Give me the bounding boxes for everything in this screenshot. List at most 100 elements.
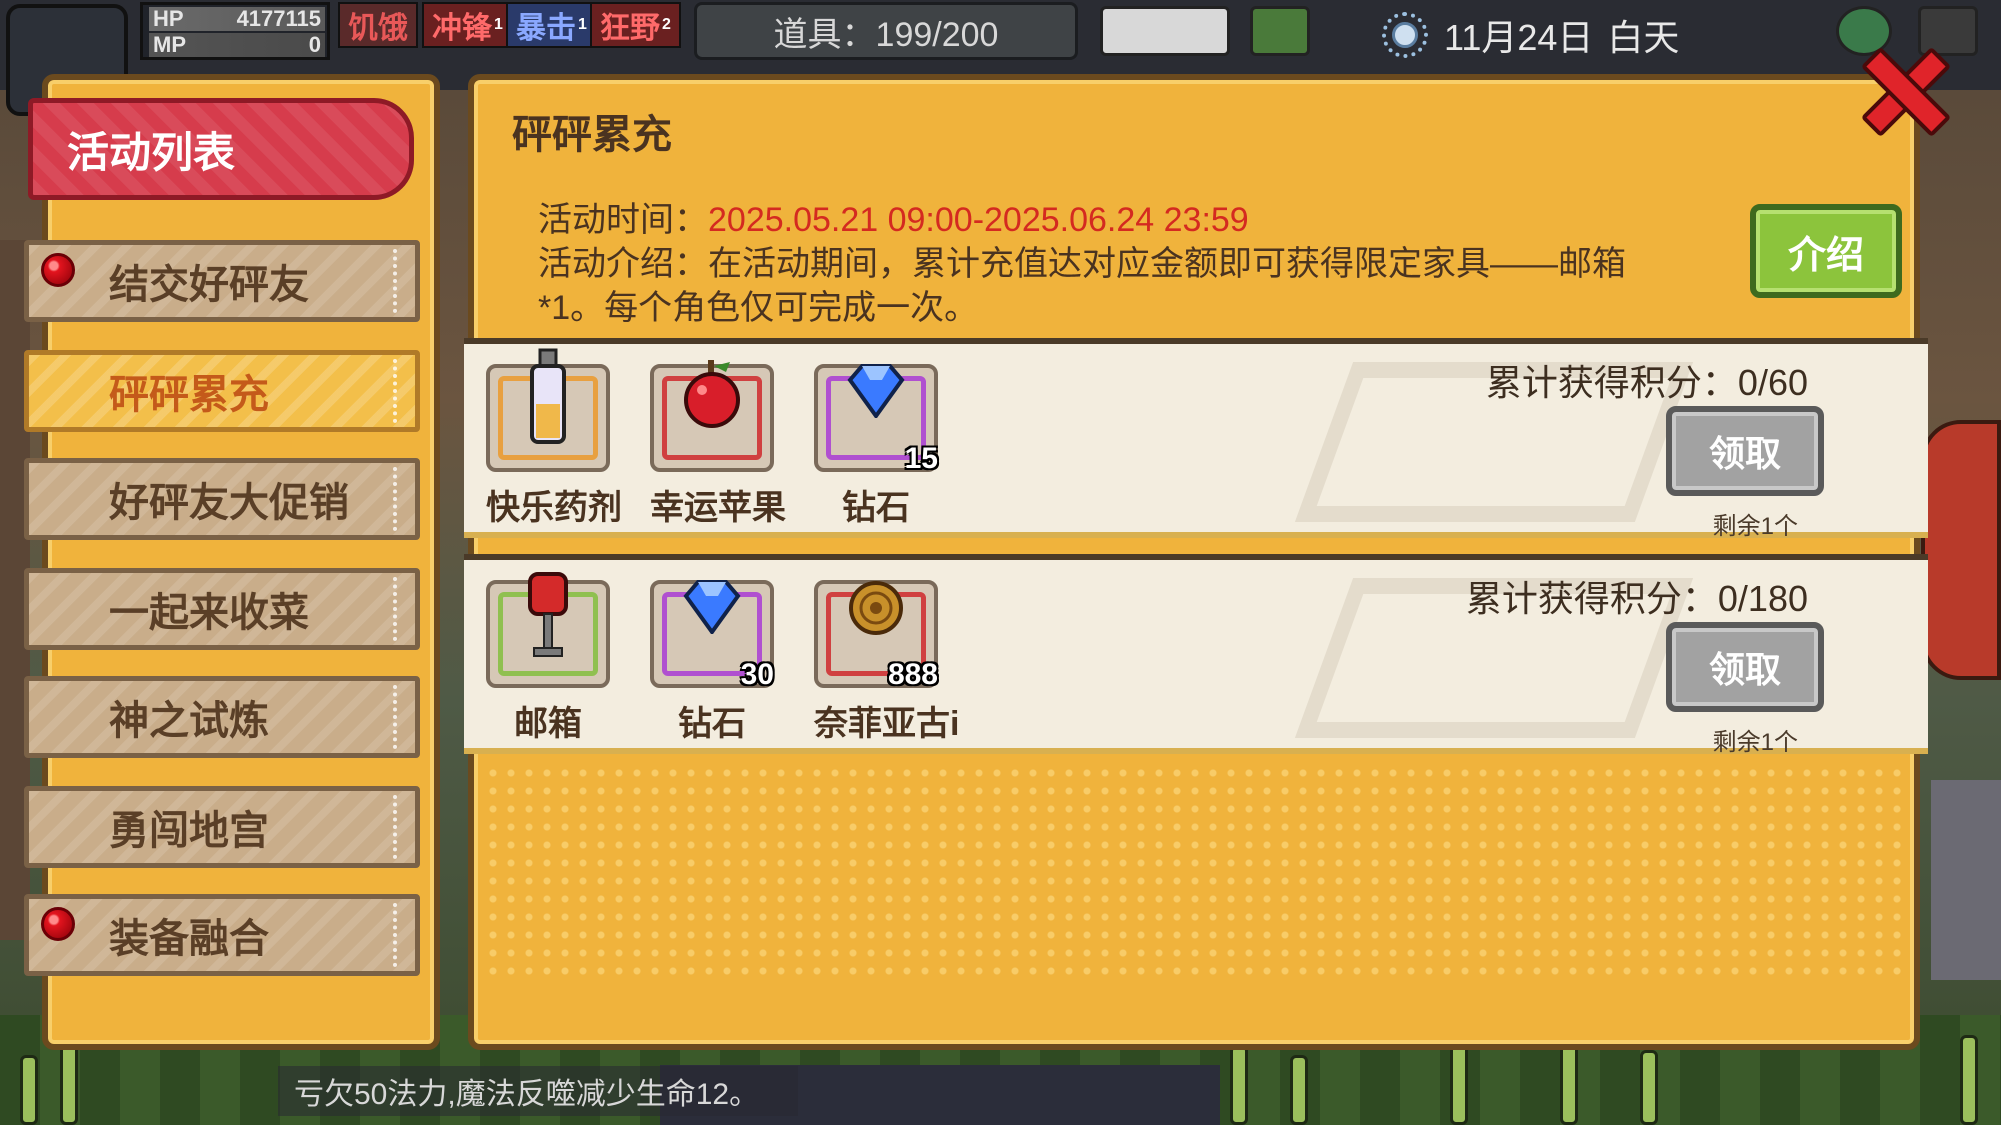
claim-button[interactable]: 领取 [1666, 622, 1824, 712]
hp-label: HP [153, 6, 184, 31]
scene-red-structure [1921, 420, 2001, 680]
reward-slot [486, 348, 610, 472]
reward-slot [650, 360, 774, 472]
bamboo-icon [1560, 1040, 1578, 1125]
remaining-count: 剩余1个 [1712, 729, 1798, 756]
inventory-count[interactable]: 道具：199/200 [694, 2, 1078, 60]
reward-slot: 15 [814, 364, 938, 475]
reward-count: 30 [740, 658, 774, 691]
status-level: 2 [662, 16, 671, 33]
notification-dot-icon [41, 907, 75, 941]
sidebar-item-divine-trial[interactable]: 神之试炼 [24, 676, 420, 758]
status-label: 饥饿 [348, 12, 408, 45]
intro-button[interactable]: 介绍 [1750, 204, 1902, 298]
hp-mp-panel: HP 4177115 MP 0 [140, 2, 330, 60]
reward-item[interactable]: 邮箱 [486, 572, 610, 745]
score-progress: 累计获得积分：0/180 [1465, 578, 1808, 619]
reward-name: 钻石 [678, 705, 746, 743]
claim-button[interactable]: 领取 [1666, 406, 1824, 496]
status-charge-badge[interactable]: 冲锋 1 [422, 2, 513, 48]
notification-dot-icon [41, 253, 75, 287]
score-progress: 累计获得积分：0/60 [1485, 362, 1808, 403]
sidebar-item-label: 好砰友大促销 [109, 481, 349, 525]
status-crit-badge[interactable]: 暴击 1 [506, 2, 597, 48]
activity-time-value: 2025.05.21 09:00-2025.06.24 23:59 [708, 201, 1249, 239]
reward-tier-row: 快乐药剂 幸运苹果 15 钻石 累计获得积分：0/60 领取 剩余1个 [464, 338, 1928, 540]
reward-name: 奈菲亚古i [814, 705, 960, 743]
reward-tier-row: 邮箱 30 钻石 888 奈菲亚古i 累计获得积分：0/180 领取 剩余1个 [464, 554, 1928, 756]
sidebar-item-label: 砰砰累充 [109, 373, 269, 417]
chevron-right-icon [393, 359, 411, 423]
status-label: 暴击 [516, 12, 576, 45]
status-label: 冲锋 [432, 12, 492, 45]
bamboo-icon [1960, 1035, 1978, 1125]
chevron-right-icon [393, 903, 411, 967]
chevron-right-icon [393, 685, 411, 749]
sidebar-item-dungeon[interactable]: 勇闯地宫 [24, 786, 420, 868]
mp-bar: MP 0 [149, 32, 325, 57]
status-level: 1 [578, 16, 587, 33]
scene-stall [1931, 780, 2001, 980]
diamond-icon [683, 580, 741, 634]
diamond-icon [847, 364, 905, 418]
mp-value: 0 [308, 32, 321, 57]
reward-slot [486, 572, 610, 688]
coin-icon [849, 581, 903, 635]
reward-item[interactable]: 幸运苹果 [650, 360, 786, 529]
activity-time-label: 活动时间： [538, 201, 708, 239]
activity-intro-line1: 活动介绍：在活动期间，累计充值达对应金额即可获得限定家具——邮箱 [538, 245, 1626, 283]
reward-item[interactable]: 15 钻石 [814, 364, 938, 529]
sun-icon [1380, 10, 1430, 60]
hp-value: 4177115 [236, 6, 321, 31]
date-display: 11月24日 白天 [1380, 0, 1679, 70]
reward-name: 快乐药剂 [486, 489, 622, 527]
time-of-day-text: 白天 [1607, 17, 1680, 58]
reward-item[interactable]: 30 钻石 [650, 580, 774, 745]
apple-icon [684, 360, 740, 428]
sidebar-item-label: 结交好砰友 [109, 263, 309, 307]
sidebar-item-make-friends[interactable]: 结交好砰友 [24, 240, 420, 322]
potion-icon [530, 348, 566, 444]
bamboo-icon [1230, 1045, 1248, 1125]
bamboo-icon [1640, 1050, 1658, 1125]
page-title: 砰砰累充 [512, 113, 672, 157]
reward-name: 钻石 [842, 489, 910, 527]
system-message: 亏欠50法力,魔法反噬减少生命12。 [278, 1066, 798, 1116]
reward-slot: 30 [650, 580, 774, 691]
activity-time: 活动时间：2025.05.21 09:00-2025.06.24 23:59 [538, 192, 1249, 241]
date-text: 11月24日 [1444, 17, 1594, 58]
remaining-count: 剩余1个 [1712, 513, 1798, 540]
bamboo-icon [1290, 1055, 1308, 1125]
sidebar-item-friend-sale[interactable]: 好砰友大促销 [24, 458, 420, 540]
status-level: 1 [494, 16, 503, 33]
piano-icon[interactable] [1100, 6, 1230, 56]
chevron-right-icon [393, 795, 411, 859]
reward-name: 幸运苹果 [650, 489, 786, 527]
sidebar-item-harvest[interactable]: 一起来收菜 [24, 568, 420, 650]
status-label: 狂野 [600, 12, 660, 45]
reward-slot: 888 [814, 580, 938, 691]
mailbox-icon [528, 572, 568, 657]
panel-pattern [484, 764, 1904, 984]
plant-icon [1250, 6, 1310, 56]
chevron-right-icon [393, 577, 411, 641]
close-icon[interactable] [1860, 46, 1942, 128]
sidebar-item-label: 装备融合 [109, 917, 269, 961]
mp-label: MP [153, 32, 186, 57]
status-wild-badge[interactable]: 狂野 2 [590, 2, 681, 48]
activity-intro-line2: *1。每个角色仅可完成一次。 [538, 289, 979, 327]
reward-item[interactable]: 888 奈菲亚古i [814, 580, 960, 745]
chevron-right-icon [393, 249, 411, 313]
sidebar-item-equipment-fusion[interactable]: 装备融合 [24, 894, 420, 976]
sidebar-item-label: 勇闯地宫 [109, 809, 269, 853]
activity-list-header: 活动列表 [28, 98, 414, 200]
sidebar-item-label: 神之试炼 [109, 699, 269, 743]
status-hungry-badge[interactable]: 饥饿 [338, 2, 418, 48]
reward-count: 888 [887, 658, 938, 691]
hp-bar: HP 4177115 [149, 6, 325, 31]
reward-item[interactable]: 快乐药剂 [486, 348, 622, 529]
reward-name: 邮箱 [514, 705, 582, 743]
reward-count: 15 [904, 442, 938, 475]
sidebar-item-label: 一起来收菜 [109, 591, 309, 635]
sidebar-item-cumulative-recharge[interactable]: 砰砰累充 [24, 350, 420, 432]
